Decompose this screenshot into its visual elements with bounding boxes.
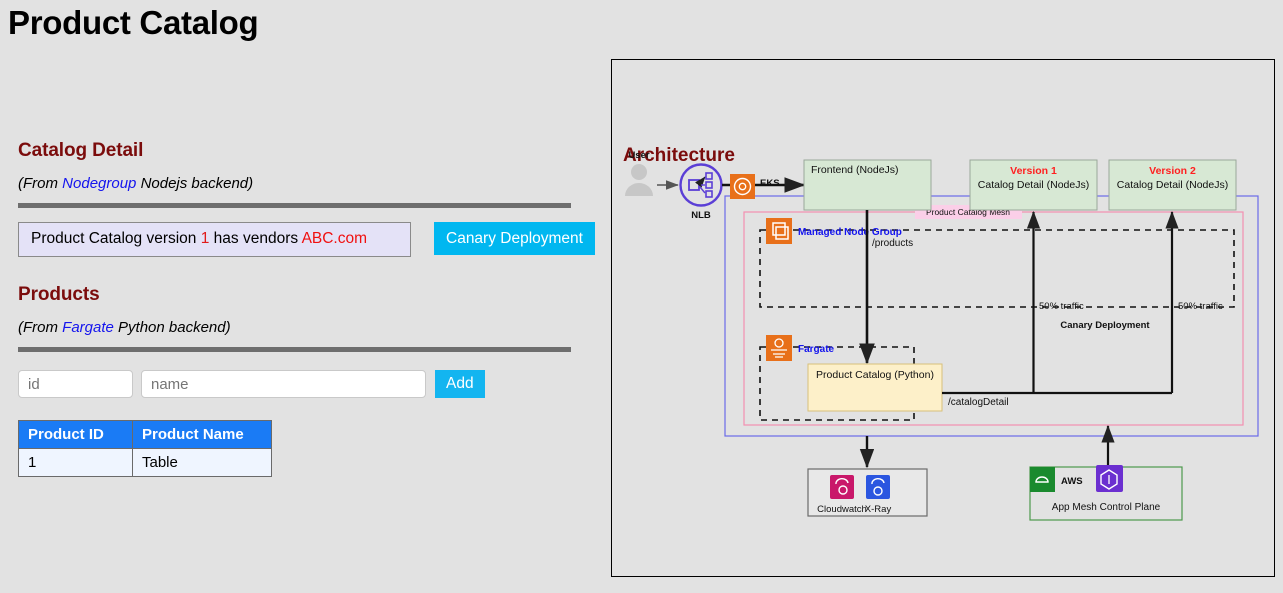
catalog-detail-subnote-pre: (From (18, 175, 63, 192)
eks-label: EKS (760, 178, 780, 189)
nlb-label: NLB (691, 210, 711, 221)
eks-icon (730, 174, 755, 199)
observability-node: Cloudwatch X-Ray (807, 468, 928, 517)
products-subnote-post: Python backend) (113, 319, 231, 336)
version2-body: Catalog Detail (NodeJs) (1117, 179, 1228, 191)
cell-product-name: Table (132, 448, 272, 477)
version1-body: Catalog Detail (NodeJs) (978, 179, 1089, 191)
product-id-input[interactable] (18, 370, 133, 398)
products-subnote-pre: (From (18, 319, 63, 336)
catalog-detail-subnote-post: Nodejs backend) (136, 175, 254, 192)
table-header-row: Product ID Product Name (18, 420, 272, 449)
version2-label: Version 2 (1149, 165, 1196, 177)
message-pre: Product Catalog version (31, 230, 201, 247)
xray-label: X-Ray (865, 504, 892, 515)
fargate-label: Fargate (798, 344, 835, 355)
version2-node: Version 2 Catalog Detail (NodeJs) (1108, 159, 1237, 211)
canary-deployment-button[interactable]: Canary Deployment (434, 222, 595, 255)
products-subnote: (From Fargate Python backend) (18, 319, 598, 336)
app-mesh-control-plane-label: App Mesh Control Plane (1052, 502, 1161, 513)
traffic-v1-label: 50% traffic (1039, 301, 1084, 312)
message-vendor: ABC.com (301, 230, 368, 247)
managed-node-group-container (759, 229, 1235, 308)
message-mid: has vendors (209, 230, 302, 247)
product-name-input[interactable] (141, 370, 426, 398)
catalog-detail-subnote: (From Nodegroup Nodejs backend) (18, 175, 598, 192)
table-row: 1 Table (18, 448, 272, 477)
product-catalog-label: Product Catalog (Python) (816, 369, 934, 381)
products-path-label: /products (872, 238, 913, 249)
catalog-detail-divider (18, 203, 571, 208)
products-heading: Products (18, 284, 100, 305)
catalog-detail-message-row: Product Catalog version 1 has vendors AB… (18, 222, 598, 257)
app-mesh-control-plane-node: AWS App Mesh Control Plane (1029, 424, 1183, 521)
catalog-detail-path-label: /catalogDetail (948, 397, 1009, 408)
page-title: Product Catalog (8, 4, 259, 41)
version1-node: Version 1 Catalog Detail (NodeJs) (969, 159, 1098, 211)
products-divider (18, 347, 571, 352)
left-column: Catalog Detail (From Nodegroup Nodejs ba… (18, 140, 598, 477)
architecture-diagram: Product Catalog Mesh User NLB EKS Manage… (625, 150, 1259, 521)
eks-node: EKS (730, 174, 780, 199)
traffic-v2-label: 50% traffic (1178, 301, 1223, 312)
architecture-panel: Architecture Product Catalog Mesh User N… (611, 59, 1275, 577)
canary-deployment-label: Canary Deployment (1060, 320, 1150, 331)
nodegroup-link[interactable]: Nodegroup (62, 175, 136, 192)
frontend-node: Frontend (NodeJs) (803, 159, 932, 211)
aws-label: AWS (1061, 476, 1083, 487)
column-header-product-id: Product ID (18, 420, 133, 449)
cell-product-id: 1 (18, 448, 133, 477)
cloudwatch-label: Cloudwatch (817, 504, 867, 515)
add-product-form: Add (18, 370, 598, 398)
aws-icon (1030, 467, 1055, 492)
user-node: User (625, 150, 653, 196)
version1-label: Version 1 (1010, 165, 1057, 177)
catalog-detail-message: Product Catalog version 1 has vendors AB… (18, 222, 411, 257)
products-table: Product ID Product Name 1 Table (18, 420, 272, 477)
add-product-button[interactable]: Add (435, 370, 485, 398)
managed-node-group-label: Managed Node Group (798, 227, 902, 238)
user-label: User (628, 150, 649, 161)
fargate-node: Fargate (766, 335, 835, 361)
frontend-label: Frontend (NodeJs) (811, 164, 899, 176)
catalog-detail-heading: Catalog Detail (18, 140, 144, 161)
fargate-link[interactable]: Fargate (62, 319, 114, 336)
product-catalog-node: Product Catalog (Python) (807, 363, 943, 412)
column-header-product-name: Product Name (132, 420, 272, 449)
app-root: Product Catalog Catalog Detail (From Nod… (0, 0, 1283, 593)
nlb-node: NLB (679, 163, 723, 221)
